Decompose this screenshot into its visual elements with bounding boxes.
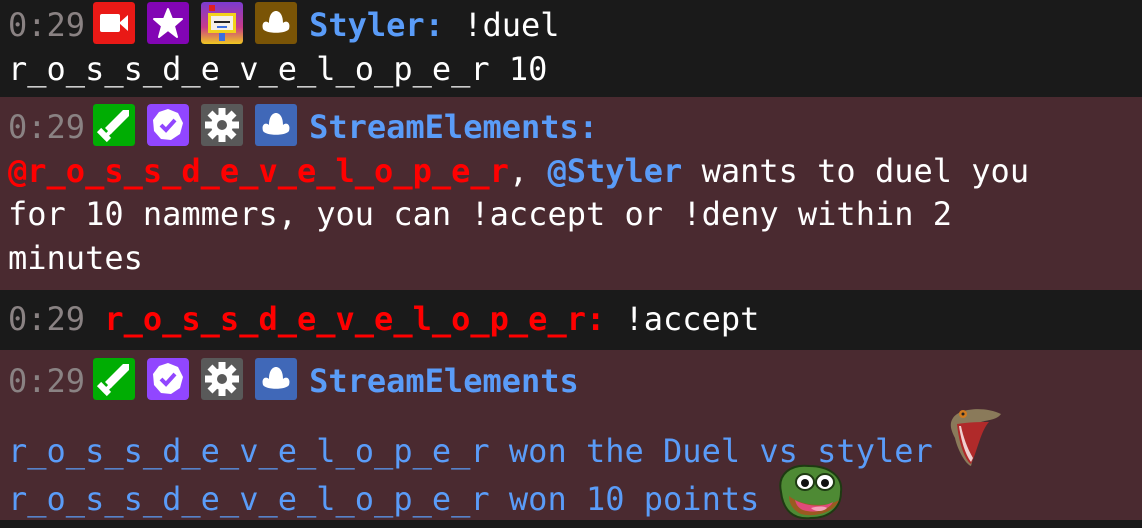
timestamp: 0:29 (8, 108, 86, 146)
bot-cloud-icon[interactable] (255, 104, 298, 146)
gear-icon[interactable] (201, 358, 244, 400)
mention-sender[interactable]: @Styler (547, 152, 682, 190)
timestamp: 0:29 (8, 362, 86, 400)
sword-moderator-icon[interactable] (93, 104, 136, 146)
badge-list (93, 104, 309, 150)
chat-message[interactable]: 0:29 Styler: !duel r_o_s_s_d_e_v_e_l_o_p_… (0, 0, 1142, 97)
username-separator: : (578, 108, 599, 146)
message-text: r_o_s_s_d_e_v_e_l_o_p_e_r won 10 points (8, 479, 760, 518)
chat-log: 0:29 Styler: !duel r_o_s_s_d_e_v_e_l_o_p_… (0, 0, 1142, 520)
username[interactable]: r_o_s_s_d_e_v_e_l_o_p_e_r (104, 300, 586, 338)
bot-cloud-icon[interactable] (255, 358, 298, 400)
verified-check-icon[interactable] (147, 358, 190, 400)
message-header: 0:29 Styler: !duel (8, 2, 1134, 48)
broadcaster-icon[interactable] (93, 2, 136, 44)
comma: , (508, 151, 529, 190)
message-text: @r_o_s_s_d_e_v_e_l_o_p_e_r, @Styler want… (8, 150, 1134, 194)
pixel-character-icon[interactable] (201, 2, 244, 44)
message-header: 0:29 StreamElements: (8, 104, 1134, 150)
message-text-continued: r_o_s_s_d_e_v_e_l_o_p_e_r 10 (8, 49, 548, 88)
badge-list (93, 2, 309, 48)
message-header: 0:29 StreamElements (8, 358, 1134, 404)
verified-check-icon[interactable] (147, 104, 190, 146)
badge-list (93, 358, 309, 404)
username-separator: : (424, 6, 444, 44)
lizard-screaming-emote[interactable] (945, 404, 1005, 474)
message-text-continued: minutes (8, 238, 143, 277)
message-header: 0:29 r_o_s_s_d_e_v_e_l_o_p_e_r: !accept (8, 298, 1134, 342)
chat-message-highlighted[interactable]: 0:29 StreamElements: @r_o_s_s_d_e_v_e_l_o… (0, 97, 1142, 290)
sword-moderator-icon[interactable] (93, 358, 136, 400)
message-text-segment: wants to duel you (682, 151, 1030, 190)
gear-icon[interactable] (201, 104, 244, 146)
username[interactable]: Styler (309, 6, 425, 44)
message-text-continued: for 10 nammers, you can !accept or !deny… (8, 195, 953, 233)
timestamp: 0:29 (8, 300, 86, 338)
star-subscriber-icon[interactable] (147, 2, 190, 44)
bits-crown-icon[interactable] (255, 2, 298, 44)
message-text: !accept (624, 300, 760, 338)
username[interactable]: StreamElements (309, 362, 579, 400)
mention-recipient[interactable]: @r_o_s_s_d_e_v_e_l_o_p_e_r (8, 152, 509, 190)
chat-message[interactable]: 0:29 r_o_s_s_d_e_v_e_l_o_p_e_r: !accept (0, 290, 1142, 350)
pepe-laughing-emote[interactable] (771, 462, 847, 522)
chat-message-highlighted[interactable]: 0:29 StreamElements r_o_s_s_d_e_v_e_l_o_p… (0, 350, 1142, 520)
username-separator: : (585, 300, 606, 338)
username[interactable]: StreamElements (309, 108, 579, 146)
duel-result-line: r_o_s_s_d_e_v_e_l_o_p_e_r won the Duel v… (8, 404, 1134, 470)
message-text: !duel (463, 6, 560, 44)
timestamp: 0:29 (8, 6, 86, 44)
